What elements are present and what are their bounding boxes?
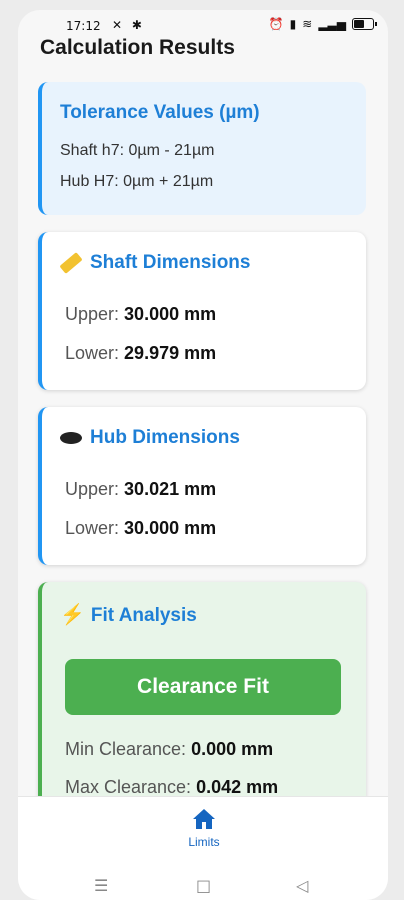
battery-icon	[352, 18, 377, 30]
hub-lower-value: 30.000 mm	[124, 518, 217, 538]
shaft-lower-label: Lower:	[65, 343, 120, 363]
max-clearance-line: Max Clearance: 0.042 mm	[65, 777, 278, 798]
hub-tolerance-line: Hub H7: 0µm + 21µm	[60, 173, 214, 190]
phone-screen: 17:12 ✕ ✱ ⏰ ▮ ≋ ▂▃▅ Calculation Results …	[18, 10, 388, 900]
min-clearance-value: 0.000 mm	[191, 739, 274, 759]
status-right-icons: ⏰ ▮ ≋ ▂▃▅	[268, 17, 377, 31]
wifi-icon: ≋	[302, 17, 313, 31]
nav-label-limits: Limits	[188, 835, 220, 849]
signal-icon: ▂▃▅	[318, 17, 346, 31]
back-icon[interactable]: ◁	[296, 876, 308, 895]
fit-title: Fit Analysis	[90, 605, 197, 626]
system-navigation: ☰ □ ◁	[18, 876, 388, 900]
min-clearance-label: Min Clearance:	[65, 739, 187, 759]
hub-lower-line: Lower: 30.000 mm	[65, 518, 216, 539]
shaft-lower-value: 29.979 mm	[124, 343, 217, 363]
home-icon	[191, 807, 217, 831]
notification-icons: ✕ ✱	[112, 18, 145, 32]
shaft-title: Shaft Dimensions	[90, 252, 251, 273]
shaft-tolerance-line: Shaft h7: 0µm - 21µm	[60, 142, 215, 159]
hub-card-header: Hub Dimensions	[60, 427, 240, 449]
hub-upper-value: 30.021 mm	[124, 479, 217, 499]
lightning-icon: ⚡	[60, 604, 85, 626]
fit-card-header: ⚡ Fit Analysis	[60, 602, 197, 627]
vibrate-icon: ▮	[289, 17, 297, 31]
hub-upper-label: Upper:	[65, 479, 120, 499]
tolerance-card: Tolerance Values (µm) Shaft h7: 0µm - 21…	[38, 82, 366, 215]
ruler-icon	[59, 252, 83, 274]
shaft-upper-label: Upper:	[65, 304, 120, 324]
shaft-upper-value: 30.000 mm	[124, 304, 217, 324]
max-clearance-value: 0.042 mm	[196, 777, 279, 797]
recents-icon[interactable]: ☰	[94, 876, 108, 895]
shaft-upper-line: Upper: 30.000 mm	[65, 304, 216, 325]
hub-upper-line: Upper: 30.021 mm	[65, 479, 216, 500]
max-clearance-label: Max Clearance:	[65, 777, 192, 797]
alarm-icon: ⏰	[268, 17, 284, 31]
shaft-card-header: Shaft Dimensions	[59, 252, 251, 274]
shaft-lower-line: Lower: 29.979 mm	[65, 343, 216, 364]
status-time: 17:12	[66, 19, 101, 33]
hub-dimensions-card: Hub Dimensions Upper: 30.021 mm Lower: 3…	[38, 407, 366, 565]
hub-lower-label: Lower:	[65, 518, 120, 538]
hub-title: Hub Dimensions	[90, 427, 240, 448]
nav-item-limits[interactable]: Limits	[182, 807, 226, 851]
page-title: Calculation Results	[40, 36, 235, 59]
hole-icon	[60, 431, 82, 444]
fit-type-badge: Clearance Fit	[65, 659, 341, 715]
tolerance-title: Tolerance Values (µm)	[60, 102, 260, 123]
shaft-dimensions-card: Shaft Dimensions Upper: 30.000 mm Lower:…	[38, 232, 366, 390]
home-square-icon[interactable]: □	[196, 876, 211, 895]
min-clearance-line: Min Clearance: 0.000 mm	[65, 739, 273, 760]
